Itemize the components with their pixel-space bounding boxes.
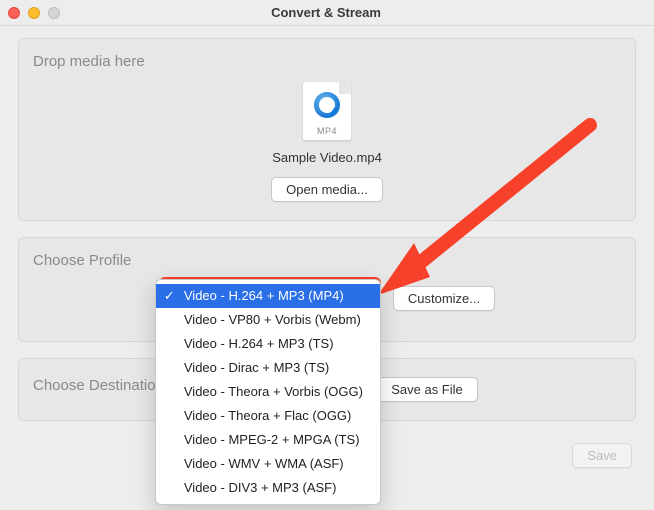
drop-media-heading: Drop media here [33,53,621,70]
titlebar: Convert & Stream [0,0,654,26]
profile-option-label: Video - VP80 + Vorbis (Webm) [184,312,361,327]
profile-option[interactable]: Video - DIV3 + MP3 (ASF) [156,476,380,500]
profile-option[interactable]: Video - MPEG-2 + MPGA (TS) [156,428,380,452]
choose-destination-heading: Choose Destination [33,377,164,394]
save-button[interactable]: Save [572,443,632,468]
profile-dropdown-list[interactable]: ✓ Video - H.264 + MP3 (MP4) Video - VP80 +… [155,279,381,505]
drop-area[interactable]: MP4 Sample Video.mp4 Open media... [33,78,621,202]
dropped-filename: Sample Video.mp4 [272,150,382,165]
customize-button[interactable]: Customize... [393,286,495,311]
profile-option[interactable]: Video - H.264 + MP3 (TS) [156,332,380,356]
profile-option-label: Video - H.264 + MP3 (TS) [184,336,334,351]
window-title: Convert & Stream [6,5,646,20]
drop-media-panel: Drop media here MP4 Sample Video.mp4 Ope… [18,38,636,221]
profile-option[interactable]: Video - WMV + WMA (ASF) [156,452,380,476]
profile-option-label: Video - WMV + WMA (ASF) [184,456,344,471]
open-media-button[interactable]: Open media... [271,177,383,202]
profile-option[interactable]: Video - VP80 + Vorbis (Webm) [156,308,380,332]
profile-option-label: Video - Theora + Flac (OGG) [184,408,352,423]
profile-option[interactable]: Video - Dirac + MP3 (TS) [156,356,380,380]
file-ext-badge: MP4 [303,126,351,136]
profile-option-label: Video - DIV3 + MP3 (ASF) [184,480,337,495]
choose-profile-panel: Choose Profile Video - H.264 + MP3 (MP4)… [18,237,636,342]
profile-option[interactable]: Video - Theora + Vorbis (OGG) [156,380,380,404]
profile-option-label: Video - MPEG-2 + MPGA (TS) [184,432,360,447]
save-as-file-button[interactable]: Save as File [376,377,478,402]
profile-option-label: Video - Theora + Vorbis (OGG) [184,384,363,399]
profile-option-label: Video - Dirac + MP3 (TS) [184,360,329,375]
choose-profile-heading: Choose Profile [33,252,621,269]
profile-option-label: Video - H.264 + MP3 (MP4) [184,288,344,303]
check-icon: ✓ [164,287,175,305]
file-icon: MP4 [303,82,351,140]
profile-option[interactable]: Video - Theora + Flac (OGG) [156,404,380,428]
profile-option[interactable]: ✓ Video - H.264 + MP3 (MP4) [156,284,380,308]
quicktime-icon [314,92,340,118]
